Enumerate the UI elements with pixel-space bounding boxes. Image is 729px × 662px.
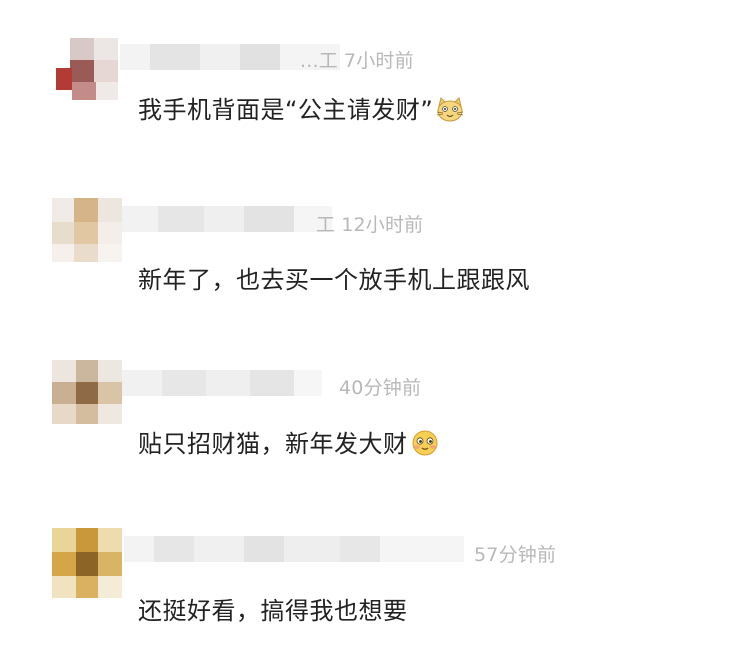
username-blurred[interactable] bbox=[122, 370, 322, 396]
username-blurred[interactable] bbox=[124, 536, 464, 562]
username-blurred[interactable] bbox=[122, 206, 332, 232]
username-tail: 工 bbox=[316, 214, 336, 236]
comment-body: 我手机背面是“公主请发财” bbox=[138, 96, 434, 124]
comment-meta: 40分钟前 bbox=[333, 373, 421, 400]
comment-body: 还挺好看，搞得我也想要 bbox=[138, 597, 408, 625]
avatar[interactable] bbox=[52, 38, 122, 102]
comment-time: 7小时前 bbox=[343, 50, 414, 72]
comment-time: 12小时前 bbox=[341, 214, 424, 236]
shy-smile-face-icon bbox=[410, 430, 440, 456]
comment-text: 我手机背面是“公主请发财” bbox=[138, 90, 465, 125]
avatar[interactable] bbox=[52, 360, 122, 424]
comment-text: 还挺好看，搞得我也想要 bbox=[138, 591, 408, 626]
comment-meta: 57分钟前 bbox=[468, 540, 556, 567]
comment-text: 贴只招财猫，新年发大财 bbox=[138, 424, 440, 459]
comment-meta: ...工 7小时前 bbox=[300, 46, 414, 73]
avatar[interactable] bbox=[52, 528, 122, 598]
comment-list: ...工 7小时前 我手机背面是“公主请发财” 工 12小时前 新年了，也去买一… bbox=[0, 0, 729, 662]
comment-body: 贴只招财猫，新年发大财 bbox=[138, 430, 408, 458]
avatar[interactable] bbox=[52, 198, 122, 262]
comment-meta: 工 12小时前 bbox=[316, 210, 423, 237]
comment-body: 新年了，也去买一个放手机上跟跟风 bbox=[138, 266, 530, 294]
cat-face-icon bbox=[435, 96, 465, 122]
comment-time: 40分钟前 bbox=[339, 377, 422, 399]
comment-text: 新年了，也去买一个放手机上跟跟风 bbox=[138, 260, 530, 295]
username-tail: ...工 bbox=[300, 50, 338, 72]
comment-time: 57分钟前 bbox=[474, 544, 557, 566]
